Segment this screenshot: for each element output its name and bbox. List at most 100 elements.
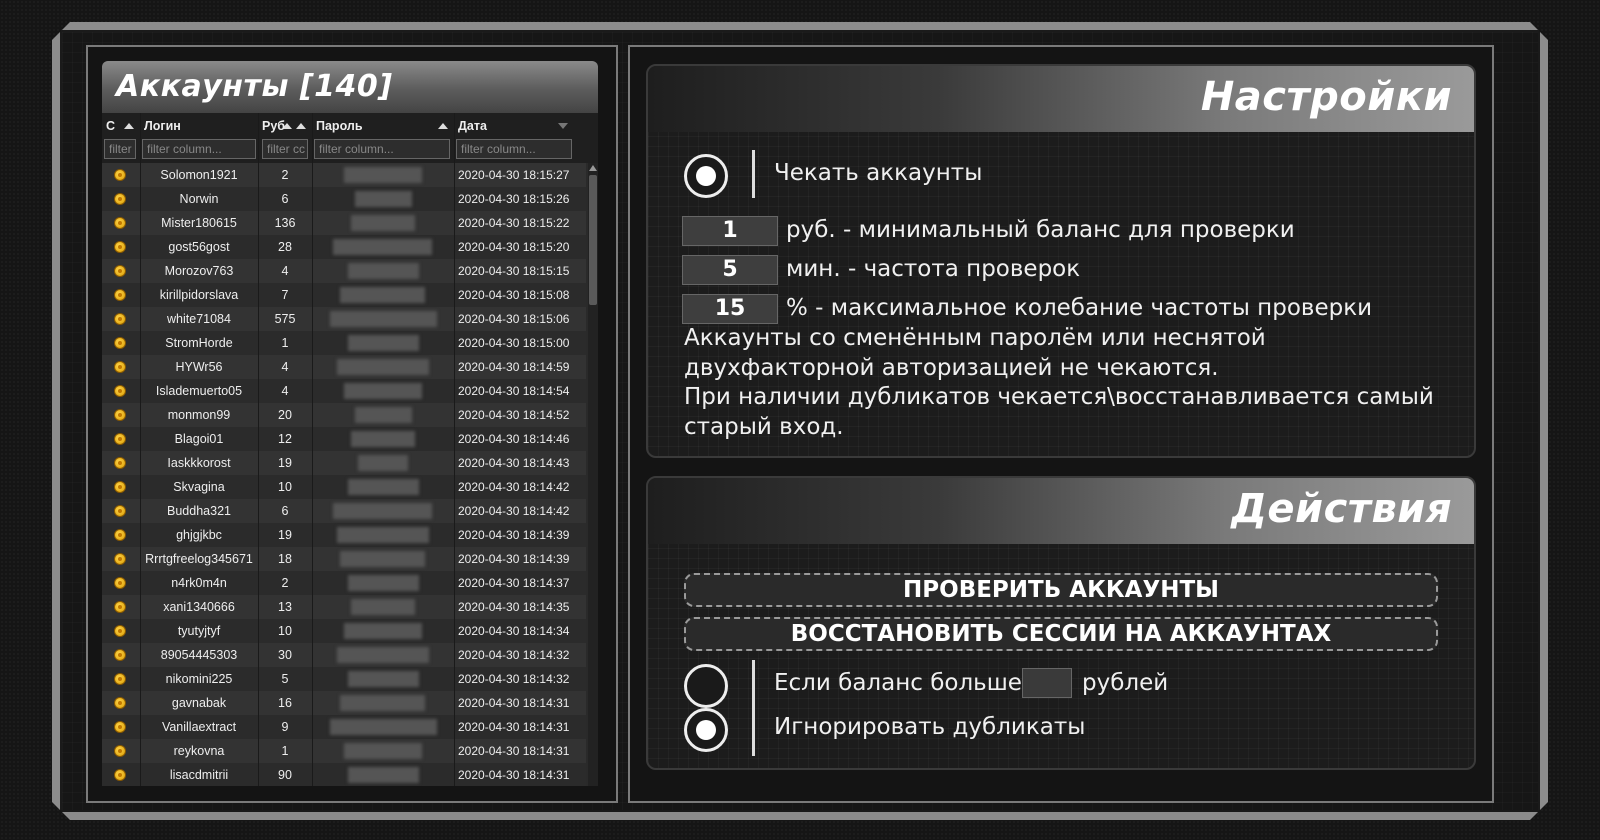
table-row[interactable]: Rrrtgfreelog345671 18 2020-04-30 18:14:39 <box>102 547 586 571</box>
status-cell <box>102 451 140 475</box>
password-cell <box>312 619 454 643</box>
rub-cell: 10 <box>278 624 292 638</box>
date-cell: 2020-04-30 18:15:00 <box>458 336 570 350</box>
check-accounts-radio[interactable] <box>684 154 728 198</box>
table-row[interactable]: Buddha321 6 2020-04-30 18:14:42 <box>102 499 586 523</box>
table-row[interactable]: Blagoi01 12 2020-04-30 18:14:46 <box>102 427 586 451</box>
note-line: старый вход. <box>684 413 844 440</box>
table-row[interactable]: white71084 575 2020-04-30 18:15:06 <box>102 307 586 331</box>
frequency-label: мин. - частота проверок <box>786 256 1081 282</box>
password-cell <box>312 475 454 499</box>
table-row[interactable]: Islademuerto05 4 2020-04-30 18:14:54 <box>102 379 586 403</box>
check-accounts-button[interactable]: ПРОВЕРИТЬ АККАУНТЫ <box>684 573 1438 607</box>
frequency-input[interactable]: 5 <box>682 255 778 285</box>
accounts-header: Аккаунты [140] <box>102 61 598 113</box>
date-cell: 2020-04-30 18:15:26 <box>458 192 570 206</box>
date-cell: 2020-04-30 18:14:42 <box>458 480 570 494</box>
date-cell: 2020-04-30 18:14:39 <box>458 552 570 566</box>
coin-icon <box>114 697 126 709</box>
balance-condition-radio[interactable] <box>684 664 728 708</box>
table-row[interactable]: gost56gost 28 2020-04-30 18:15:20 <box>102 235 586 259</box>
date-cell: 2020-04-30 18:15:27 <box>458 168 570 182</box>
check-accounts-label: Чекать аккаунты <box>774 160 983 186</box>
masked-password <box>340 287 425 303</box>
table-row[interactable]: HYWr56 4 2020-04-30 18:14:59 <box>102 355 586 379</box>
column-label: Пароль <box>316 119 363 133</box>
table-row[interactable]: Mister180615 136 2020-04-30 18:15:22 <box>102 211 586 235</box>
login-cell: Islademuerto05 <box>155 384 243 398</box>
table-row[interactable]: 89054445303 30 2020-04-30 18:14:32 <box>102 643 586 667</box>
masked-password <box>344 383 422 399</box>
balance-threshold-input[interactable] <box>1022 668 1072 698</box>
column-header-date[interactable]: Дата <box>454 117 574 137</box>
column-header-status[interactable]: С <box>102 117 140 137</box>
column-divider <box>258 113 259 786</box>
table-row[interactable]: reykovna 1 2020-04-30 18:14:31 <box>102 739 586 763</box>
coin-icon <box>114 673 126 685</box>
filter-date[interactable]: filter column... <box>456 139 572 159</box>
column-header-rub[interactable]: Руб <box>258 117 312 137</box>
table-row[interactable]: Solomon1921 2 2020-04-30 18:15:27 <box>102 163 586 187</box>
table-row[interactable]: Vanillaextract 9 2020-04-30 18:14:31 <box>102 715 586 739</box>
coin-icon <box>114 433 126 445</box>
filter-rub[interactable]: filter cc <box>262 139 308 159</box>
coin-icon <box>114 361 126 373</box>
filter-login[interactable]: filter column... <box>142 139 256 159</box>
coin-icon <box>114 769 126 781</box>
password-cell <box>312 259 454 283</box>
coin-icon <box>114 337 126 349</box>
date-cell: 2020-04-30 18:14:52 <box>458 408 570 422</box>
coin-icon <box>114 193 126 205</box>
login-cell: gavnabak <box>171 696 227 710</box>
divider <box>752 660 755 756</box>
password-cell <box>312 595 454 619</box>
table-row[interactable]: nikomini225 5 2020-04-30 18:14:32 <box>102 667 586 691</box>
filter-status[interactable]: filter <box>104 139 136 159</box>
actions-title: Действия <box>1231 486 1452 532</box>
min-balance-input[interactable]: 1 <box>682 216 778 246</box>
ignore-duplicates-radio[interactable] <box>684 708 728 752</box>
masked-password <box>351 431 415 447</box>
login-cell: white71084 <box>167 312 231 326</box>
login-cell: Skvagina <box>173 480 225 494</box>
note-line: двухфакторной авторизацией не чекаются. <box>684 354 1219 381</box>
status-cell <box>102 763 140 786</box>
table-row[interactable]: ghjgjkbc 19 2020-04-30 18:14:39 <box>102 523 586 547</box>
variation-input[interactable]: 15 <box>682 294 778 324</box>
login-cell: HYWr56 <box>175 360 223 374</box>
table-row[interactable]: xani1340666 13 2020-04-30 18:14:35 <box>102 595 586 619</box>
column-header-password[interactable]: Пароль <box>312 117 454 137</box>
table-row[interactable]: StromHorde 1 2020-04-30 18:15:00 <box>102 331 586 355</box>
table-row[interactable]: lisacdmitrii 90 2020-04-30 18:14:31 <box>102 763 586 786</box>
table-row[interactable]: kirillpidorslava 7 2020-04-30 18:15:08 <box>102 283 586 307</box>
masked-password <box>348 335 419 351</box>
grid-scrollbar[interactable] <box>588 163 598 786</box>
login-cell: lisacdmitrii <box>169 768 229 782</box>
rub-cell: 2 <box>281 576 289 590</box>
table-row[interactable]: monmon99 20 2020-04-30 18:14:52 <box>102 403 586 427</box>
table-row[interactable]: Skvagina 10 2020-04-30 18:14:42 <box>102 475 586 499</box>
coin-icon <box>114 289 126 301</box>
date-cell: 2020-04-30 18:14:37 <box>458 576 570 590</box>
table-row[interactable]: Iaskkkorost 19 2020-04-30 18:14:43 <box>102 451 586 475</box>
table-row[interactable]: Norwin 6 2020-04-30 18:15:26 <box>102 187 586 211</box>
login-cell: Rrrtgfreelog345671 <box>145 552 253 566</box>
table-row[interactable]: tyutyjtyf 10 2020-04-30 18:14:34 <box>102 619 586 643</box>
date-cell: 2020-04-30 18:14:39 <box>458 528 570 542</box>
rub-cell: 13 <box>278 600 292 614</box>
scroll-thumb[interactable] <box>589 175 597 305</box>
status-cell <box>102 475 140 499</box>
login-cell: monmon99 <box>167 408 231 422</box>
table-row[interactable]: gavnabak 16 2020-04-30 18:14:31 <box>102 691 586 715</box>
masked-password <box>348 671 419 687</box>
table-row[interactable]: n4rk0m4n 2 2020-04-30 18:14:37 <box>102 571 586 595</box>
status-cell <box>102 379 140 403</box>
scroll-up-icon[interactable] <box>589 165 597 171</box>
table-row[interactable]: Morozov763 4 2020-04-30 18:15:15 <box>102 259 586 283</box>
restore-sessions-button[interactable]: ВОССТАНОВИТЬ СЕССИИ НА АККАУНТАХ <box>684 617 1438 651</box>
filter-password[interactable]: filter column... <box>314 139 450 159</box>
divider <box>752 150 755 198</box>
login-cell: Blagoi01 <box>174 432 224 446</box>
status-cell <box>102 235 140 259</box>
date-cell: 2020-04-30 18:14:46 <box>458 432 570 446</box>
